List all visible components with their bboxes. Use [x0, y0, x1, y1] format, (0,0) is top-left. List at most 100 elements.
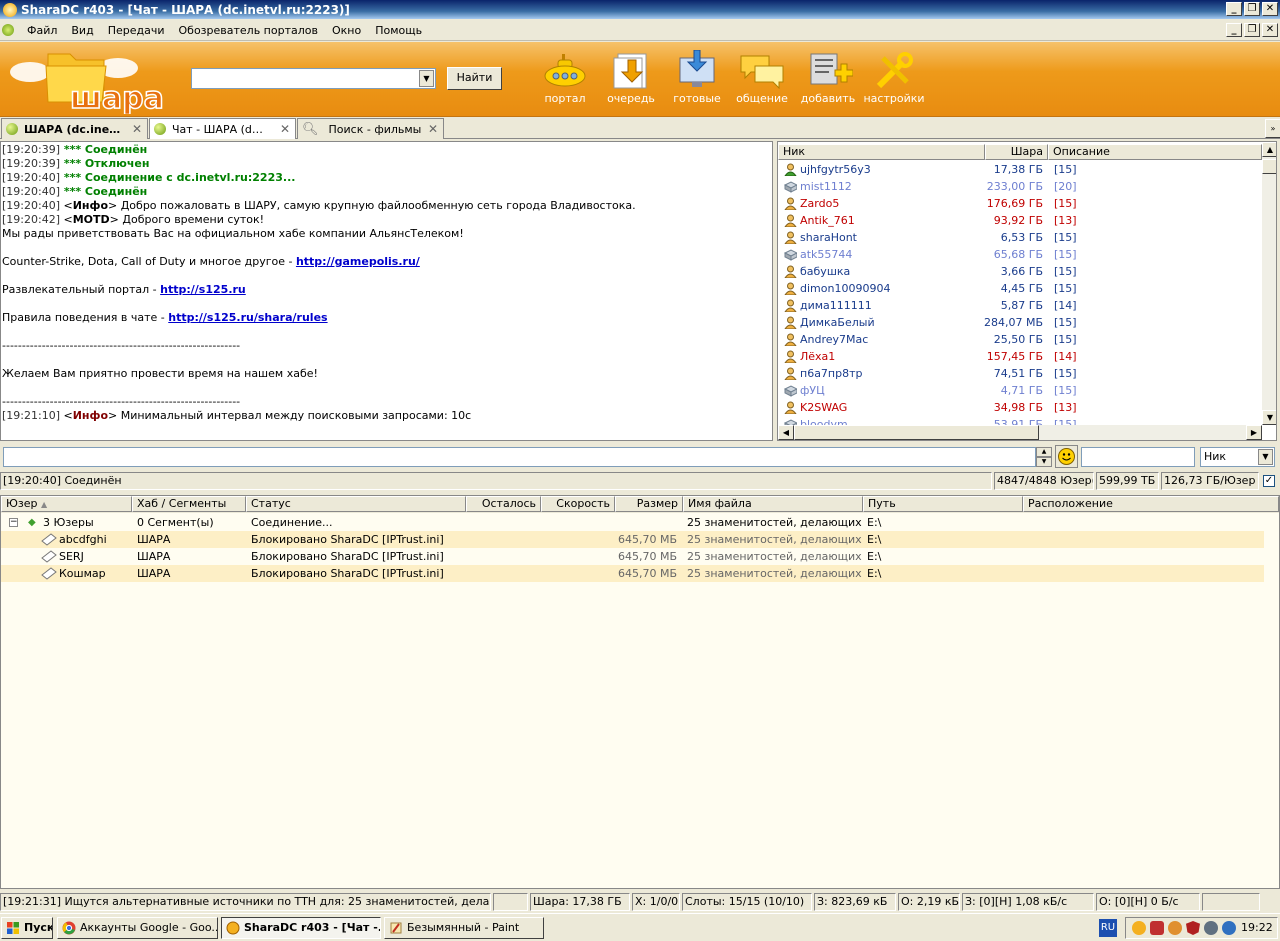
- chat-link[interactable]: http://s125.ru: [160, 283, 246, 296]
- user-row[interactable]: Zardo5 176,69 ГБ [15]: [778, 195, 1262, 212]
- column-description[interactable]: Описание: [1048, 144, 1262, 160]
- tray-app-icon[interactable]: [1150, 921, 1164, 935]
- tray-settings-icon[interactable]: [1204, 921, 1218, 935]
- close-icon[interactable]: ✕: [280, 122, 290, 136]
- settings-button[interactable]: настройки: [862, 50, 926, 105]
- user-row[interactable]: mist1112 233,00 ГБ [20]: [778, 178, 1262, 195]
- status-download-speed[interactable]: З: [0][Н] 1,08 кБ/с: [962, 893, 1094, 911]
- menu-file[interactable]: Файл: [20, 24, 64, 37]
- transfers-list[interactable]: Юзер ▲ Хаб / Сегменты Статус Осталось Ск…: [0, 495, 1280, 889]
- column-share[interactable]: Шара: [985, 144, 1048, 160]
- scroll-right-icon[interactable]: ▶: [1246, 425, 1262, 440]
- menu-portal-browser[interactable]: Обозреватель порталов: [172, 24, 325, 37]
- chat-nick[interactable]: MOTD: [73, 213, 110, 226]
- filter-field-select[interactable]: Ник ▼: [1200, 447, 1275, 467]
- transfer-row[interactable]: Кошмар ШАРА Блокировано SharaDC [IPTrust.i…: [1, 565, 1264, 582]
- collapse-icon[interactable]: −: [9, 518, 18, 527]
- menu-transfers[interactable]: Передачи: [101, 24, 172, 37]
- user-row[interactable]: atk55744 65,68 ГБ [15]: [778, 246, 1262, 263]
- menu-view[interactable]: Вид: [64, 24, 100, 37]
- scroll-left-icon[interactable]: ◀: [778, 425, 794, 440]
- user-list-hscrollbar[interactable]: ◀ ▶: [778, 425, 1262, 440]
- tab-search[interactable]: 🔍︎ Поиск - фильмы ✕: [297, 118, 444, 139]
- sharadc-tray-icon[interactable]: [1132, 921, 1146, 935]
- user-row[interactable]: dimon10090904 4,45 ГБ [15]: [778, 280, 1262, 297]
- user-row[interactable]: бабушка 3,66 ГБ [15]: [778, 263, 1262, 280]
- emoticon-button[interactable]: [1055, 445, 1078, 468]
- hscroll-thumb[interactable]: [794, 425, 1039, 440]
- spin-up-icon[interactable]: ▲: [1036, 447, 1052, 457]
- close-icon[interactable]: ✕: [428, 122, 438, 136]
- chat-link[interactable]: http://gamepolis.ru/: [296, 255, 420, 268]
- child-minimize-button[interactable]: _: [1226, 23, 1242, 37]
- user-row[interactable]: Andrey7Mac 25,50 ГБ [15]: [778, 331, 1262, 348]
- queue-button[interactable]: очередь: [599, 50, 663, 105]
- user-row[interactable]: K2SWAG 34,98 ГБ [13]: [778, 399, 1262, 416]
- user-list[interactable]: Ник Шара Описание ujhfgytr56y3 17,38 ГБ [1…: [777, 141, 1277, 441]
- spin-down-icon[interactable]: ▼: [1036, 457, 1052, 467]
- user-list-scrollbar[interactable]: ▲ ▼: [1262, 142, 1276, 425]
- status-slots[interactable]: Слоты: 15/15 (10/10): [682, 893, 812, 911]
- scroll-up-icon[interactable]: ▲: [1262, 142, 1276, 157]
- transfer-group-row[interactable]: − ◆ 3 Юзеры 0 Сегмент(ы) Соединение... 25 зна…: [1, 514, 1264, 531]
- transfer-row[interactable]: SERJ ШАРА Блокировано SharaDC [IPTrust.ini…: [1, 548, 1264, 565]
- taskbar-item-paint[interactable]: Безымянный - Paint: [384, 917, 544, 939]
- column-location[interactable]: Расположение: [1023, 496, 1279, 512]
- user-row[interactable]: ujhfgytr56y3 17,38 ГБ [15]: [778, 161, 1262, 178]
- column-path[interactable]: Путь: [863, 496, 1023, 512]
- close-button[interactable]: ✕: [1262, 2, 1278, 16]
- user-row[interactable]: фУЦ 4,71 ГБ [15]: [778, 382, 1262, 399]
- restore-button[interactable]: ❐: [1244, 2, 1260, 16]
- chevron-down-icon[interactable]: ▼: [1258, 449, 1273, 465]
- tab-chat[interactable]: Чат - ШАРА (dc.inetvl.ru:2223) ✕: [149, 118, 296, 139]
- scroll-down-icon[interactable]: ▼: [1262, 410, 1276, 425]
- column-nick[interactable]: Ник: [778, 144, 985, 160]
- chat-nick[interactable]: Инфо: [73, 199, 108, 212]
- tabs-scroll-button[interactable]: »: [1265, 119, 1280, 138]
- user-row[interactable]: Лёха1 157,45 ГБ [14]: [778, 348, 1262, 365]
- chat-log[interactable]: [19:20:39] *** Соединён [19:20:39] *** От…: [0, 141, 773, 441]
- taskbar-item-chrome[interactable]: Аккаунты Google - Goo...: [57, 917, 218, 939]
- chat-nick[interactable]: Инфо: [73, 409, 108, 422]
- finished-button[interactable]: готовые: [665, 50, 729, 105]
- user-row[interactable]: дима111111 5,87 ГБ [14]: [778, 297, 1262, 314]
- userlist-toggle-checkbox[interactable]: ✓: [1263, 475, 1275, 487]
- message-input[interactable]: [3, 447, 1036, 467]
- tab-hub[interactable]: ШАРА (dc.inetvl.ru:2223) ✕: [1, 118, 148, 139]
- taskbar-item-sharadc[interactable]: SharaDC r403 - [Чат -...: [221, 917, 381, 939]
- column-size[interactable]: Размер: [615, 496, 683, 512]
- chevron-down-icon[interactable]: ▼: [419, 70, 434, 87]
- column-user[interactable]: Юзер ▲: [1, 496, 132, 512]
- scroll-thumb[interactable]: [1262, 159, 1276, 174]
- user-row[interactable]: sharaHont 6,53 ГБ [15]: [778, 229, 1262, 246]
- find-button[interactable]: Найти: [447, 67, 502, 90]
- network-tray-icon[interactable]: [1168, 921, 1182, 935]
- user-row[interactable]: Antik_761 93,92 ГБ [13]: [778, 212, 1262, 229]
- message-spinner[interactable]: ▲ ▼: [1036, 447, 1052, 467]
- column-speed[interactable]: Скорость: [541, 496, 615, 512]
- child-restore-button[interactable]: ❐: [1244, 23, 1260, 37]
- search-combo[interactable]: ▼: [191, 68, 436, 89]
- start-button[interactable]: Пуск: [1, 917, 53, 939]
- column-remaining[interactable]: Осталось: [466, 496, 541, 512]
- chat-button[interactable]: общение: [730, 50, 794, 105]
- status-upload-speed[interactable]: О: [0][Н] 0 Б/с: [1096, 893, 1200, 911]
- user-filter-input[interactable]: [1081, 447, 1195, 467]
- add-button[interactable]: добавить: [796, 50, 860, 105]
- user-row[interactable]: ДимкаБелый 284,07 МБ [15]: [778, 314, 1262, 331]
- user-row[interactable]: п6а7пр8тр 74,51 ГБ [15]: [778, 365, 1262, 382]
- menu-help[interactable]: Помощь: [368, 24, 429, 37]
- menu-window[interactable]: Окно: [325, 24, 368, 37]
- portal-button[interactable]: портал: [533, 50, 597, 105]
- child-close-button[interactable]: ✕: [1262, 23, 1278, 37]
- shield-icon[interactable]: [1186, 921, 1200, 935]
- close-icon[interactable]: ✕: [132, 122, 142, 136]
- column-status[interactable]: Статус: [246, 496, 466, 512]
- language-indicator[interactable]: RU: [1099, 919, 1117, 937]
- minimize-button[interactable]: _: [1226, 2, 1242, 16]
- transfer-row[interactable]: abcdfghi ШАРА Блокировано SharaDC [IPTrust…: [1, 531, 1264, 548]
- tray-monitor-icon[interactable]: [1222, 921, 1236, 935]
- chat-link[interactable]: http://s125.ru/shara/rules: [168, 311, 327, 324]
- column-filename[interactable]: Имя файла: [683, 496, 863, 512]
- mdi-child-icon[interactable]: [2, 24, 14, 36]
